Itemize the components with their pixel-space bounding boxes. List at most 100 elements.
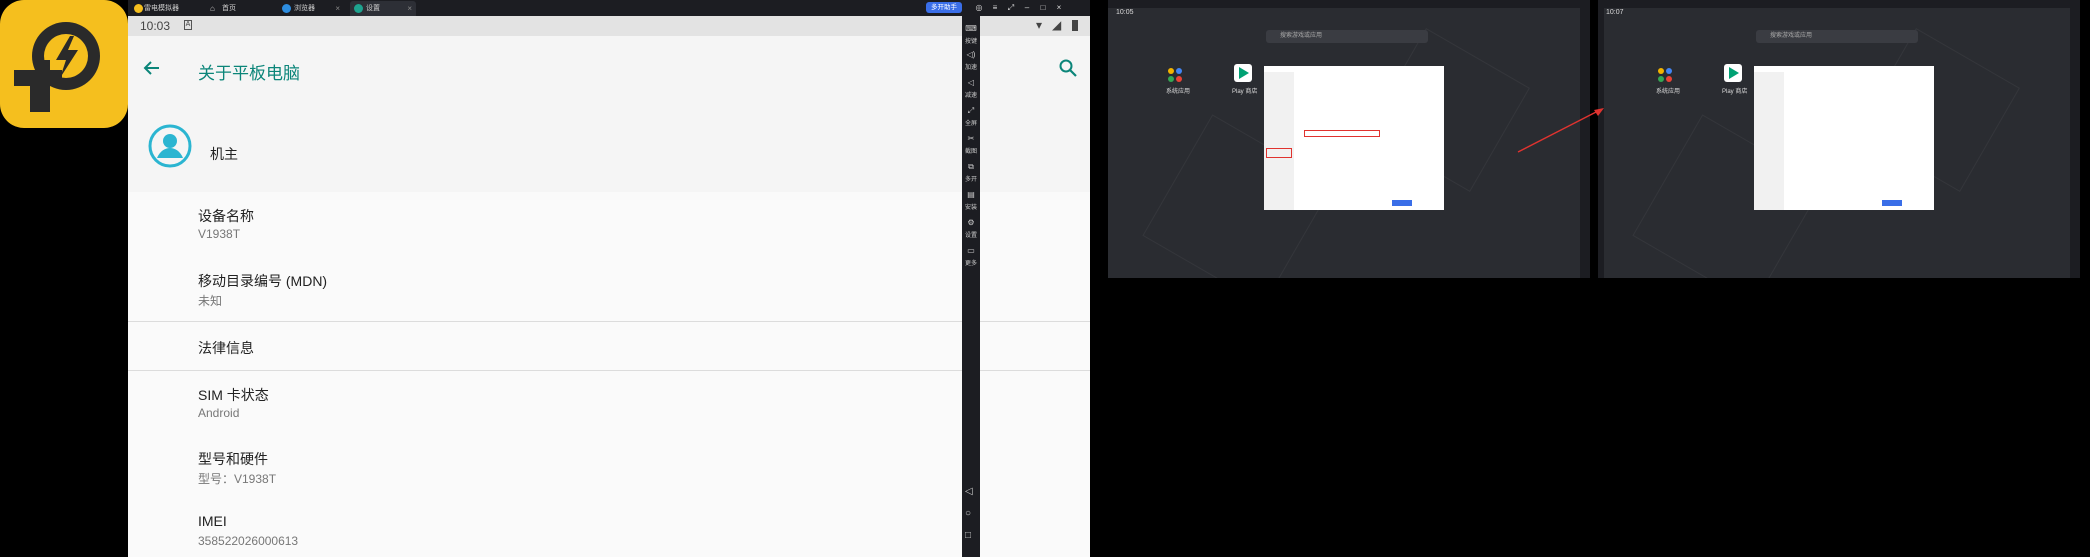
toolbar-label-fullscreen: 全屏 (964, 121, 977, 127)
app-logo-icon (134, 4, 143, 13)
speed-down-icon[interactable]: ◁ (964, 78, 978, 87)
toolbar-label-more: 更多 (964, 261, 977, 267)
signal-icon: ◢ (1052, 18, 1062, 32)
search-icon[interactable] (1058, 58, 1078, 78)
tab-settings-label: 设置 (366, 5, 380, 12)
back-arrow-icon[interactable] (142, 58, 162, 78)
sim-status-row[interactable]: SIM 卡状态 Android (128, 371, 1090, 435)
emulator-side-toolbar: ⌨ 按键 ◁) 加速 ◁ 减速 ⤢ 全屏 ✂ 截图 ⧉ 多开 ▤ 安装 ⚙ 设置… (962, 16, 980, 557)
thumb-app-label: 系统应用 (1656, 89, 1681, 95)
tab-home-label: 首页 (222, 5, 236, 12)
tab-browser-label: 浏览器 (294, 5, 315, 12)
notification-icon: A (184, 20, 192, 30)
legal-info-row[interactable]: 法律信息 (128, 322, 1090, 370)
maximize-icon[interactable]: □ (1038, 2, 1048, 13)
close-window-icon[interactable]: × (1054, 2, 1064, 13)
fullscreen-icon[interactable]: ⤢ (1006, 2, 1016, 13)
thumb-save-button (1882, 200, 1902, 206)
thumb-dialog-sidebar (1264, 72, 1294, 210)
fullscreen-tool-icon[interactable]: ⤢ (964, 106, 978, 116)
thumb-highlight-box (1266, 148, 1292, 158)
android-status-bar: 10:03 A ▾ ◢ (128, 16, 1090, 36)
sim-status-value: Android (198, 406, 240, 420)
imei-title: IMEI (198, 513, 227, 529)
emulator-window: 雷电模拟器 ⌂ 首页 浏览器 × 设置 × 多开助手 ◎ ≡ ⤢ – □ × 1… (128, 0, 1090, 557)
thumb-side-strip (2070, 0, 2080, 278)
sim-status-title: SIM 卡状态 (198, 387, 269, 403)
app-bar: 关于平板电脑 (128, 36, 1090, 130)
battery-icon (1072, 20, 1078, 31)
install-icon[interactable]: ▤ (964, 190, 978, 199)
lightning-logo-icon (14, 22, 100, 112)
more-icon[interactable]: ▭ (964, 246, 978, 255)
annotation-arrow-icon (1517, 108, 1604, 153)
multi-instance-button[interactable]: 多开助手 (926, 2, 962, 13)
settings-tab-icon (354, 4, 363, 13)
keyboard-icon[interactable]: ⌨ (964, 24, 978, 33)
toolbar-label-screenshot: 截图 (964, 149, 977, 155)
toolbar-label-multi: 多开 (964, 177, 977, 183)
toolbar-label-settings: 设置 (964, 233, 977, 239)
owner-row[interactable]: 机主 (128, 124, 1090, 192)
tab-home[interactable]: ⌂ 首页 (206, 1, 272, 16)
imei-row[interactable]: IMEI 358522026000613 (128, 499, 1090, 557)
recents-nav-icon[interactable]: □ (965, 530, 971, 541)
thumb-app-label: 系统应用 (1166, 89, 1191, 95)
thumb-status-bar: 10:07 (1598, 8, 2080, 18)
thumb-settings-dialog (1754, 66, 1934, 210)
mdn-row[interactable]: 移动目录编号 (MDN) 未知 (128, 257, 1090, 321)
screenshot-icon[interactable]: ✂ (964, 134, 978, 143)
thumb-titlebar (1108, 0, 1590, 8)
thumb-search-bar: 搜索游戏或应用 (1756, 30, 1918, 43)
system-apps-icon (1168, 68, 1182, 82)
model-hardware-row[interactable]: 型号和硬件 型号：V1938T (128, 435, 1090, 499)
browser-icon (282, 4, 291, 13)
minimize-icon[interactable]: – (1022, 2, 1032, 13)
gamepad-icon[interactable]: ◎ (974, 2, 984, 13)
app-title: 雷电模拟器 (130, 1, 200, 16)
thumb-time: 10:05 (1116, 9, 1134, 16)
home-icon: ⌂ (210, 4, 215, 13)
avatar-icon (148, 124, 192, 168)
toolbar-label-install: 安装 (964, 205, 977, 211)
toolbar-label-slowdown: 减速 (964, 93, 977, 99)
thumb-status-bar: 10:05 (1108, 8, 1590, 18)
screenshot-thumbnail-2: 10:07 搜索游戏或应用 系统应用 Play 商店 (1598, 0, 2080, 278)
multi-open-icon[interactable]: ⧉ (964, 162, 978, 172)
emulator-titlebar: 雷电模拟器 ⌂ 首页 浏览器 × 设置 × 多开助手 ◎ ≡ ⤢ – □ × (128, 0, 1090, 16)
model-hardware-value: 型号：V1938T (198, 472, 277, 486)
android-screen: 10:03 A ▾ ◢ 关于平板电脑 机主 设备名称 V1938T 移动目录编号… (128, 16, 1090, 557)
settings-gear-icon[interactable]: ⚙ (964, 218, 978, 227)
play-store-icon (1234, 64, 1252, 82)
close-tab-icon[interactable]: × (407, 1, 412, 16)
tab-settings[interactable]: 设置 × (350, 1, 416, 16)
toolbar-label-speedup: 加速 (964, 65, 977, 71)
imei-value: 358522026000613 (198, 534, 299, 548)
play-store-icon (1724, 64, 1742, 82)
thumb-search-placeholder: 搜索游戏或应用 (1280, 33, 1323, 39)
tab-browser[interactable]: 浏览器 × (278, 1, 344, 16)
thumb-settings-dialog (1264, 66, 1444, 210)
model-hardware-title: 型号和硬件 (198, 451, 268, 467)
thumb-app-label: Play 商店 (1232, 89, 1258, 95)
thumb-highlight-box (1304, 130, 1380, 137)
menu-icon[interactable]: ≡ (990, 2, 1000, 13)
home-nav-icon[interactable]: ○ (965, 508, 971, 519)
device-name-title: 设备名称 (198, 208, 254, 224)
mdn-title: 移动目录编号 (MDN) (198, 273, 328, 289)
wifi-icon: ▾ (1036, 18, 1043, 32)
back-nav-icon[interactable]: ◁ (965, 486, 973, 497)
status-time: 10:03 (140, 19, 171, 33)
thumb-search-placeholder: 搜索游戏或应用 (1770, 33, 1813, 39)
system-apps-icon (1658, 68, 1672, 82)
mdn-value: 未知 (198, 294, 223, 308)
thumb-dialog-sidebar (1754, 72, 1784, 210)
device-name-value: V1938T (198, 227, 241, 241)
toolbar-label-keys: 按键 (964, 39, 977, 45)
speed-up-icon[interactable]: ◁) (964, 50, 978, 59)
thumb-save-button (1392, 200, 1412, 206)
device-name-row[interactable]: 设备名称 V1938T (128, 192, 1090, 257)
page-title: 关于平板电脑 (198, 64, 300, 83)
app-logo (0, 0, 128, 128)
close-tab-icon[interactable]: × (335, 1, 340, 16)
